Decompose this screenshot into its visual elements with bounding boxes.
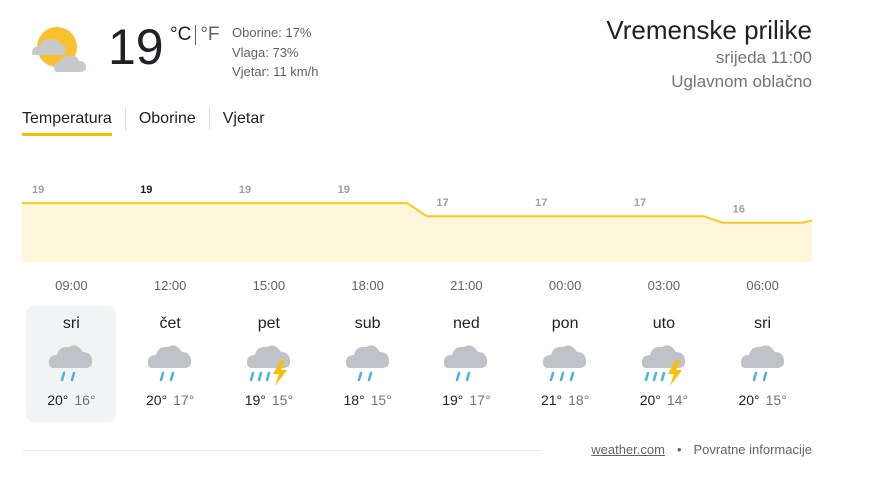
weather-header: Vremenske prilike srijeda 11:00 Uglavnom…	[606, 14, 812, 94]
precipitation-text: Oborine: 17%	[232, 25, 312, 40]
low-temp: 17°	[173, 392, 195, 408]
temperature-label: 19	[239, 184, 251, 196]
high-temp: 19°	[244, 392, 266, 408]
weather-details: Oborine: 17% Vlaga: 73% Vjetar: 11 km/h	[232, 23, 318, 82]
time-label: 06:00	[746, 278, 779, 293]
feedback-link[interactable]: Povratne informacije	[694, 442, 813, 457]
tab-separator	[124, 108, 126, 130]
time-label: 12:00	[153, 278, 187, 293]
day-card-0[interactable]: sri 20° 16°	[26, 306, 117, 422]
temperature-label: 19	[32, 184, 44, 196]
rain-icon	[737, 338, 789, 386]
time-label: 00:00	[548, 278, 582, 293]
rain-icon	[45, 338, 97, 386]
day-name: pon	[551, 315, 579, 332]
tab-wind[interactable]: Vjetar	[223, 108, 265, 136]
datetime-text: srijeda 11:00	[715, 48, 812, 67]
day-name: pet	[257, 315, 280, 332]
high-temp: 20°	[145, 392, 168, 408]
day-name: sub	[354, 315, 381, 332]
source-link[interactable]: weather.com	[591, 442, 665, 457]
thunderstorm-icon	[243, 338, 295, 386]
day-card-1[interactable]: čet 20° 17°	[125, 306, 215, 422]
rain-icon	[144, 338, 196, 386]
day-temps: 20° 17°	[125, 392, 215, 408]
unit-toggle: °C °F	[170, 24, 220, 46]
temperature-label: 17	[436, 197, 448, 209]
day-name: ned	[453, 315, 480, 332]
humidity-text: Vlaga: 73%	[232, 44, 299, 60]
temperature-area	[22, 203, 812, 262]
rain-icon	[342, 338, 394, 386]
time-axis: 09:00 12:00 15:00 18:00 21:00 00:00 03:00 06:00	[22, 278, 812, 298]
temperature-label: 17	[535, 197, 547, 209]
day-card-4[interactable]: ned 19° 17°	[421, 306, 511, 422]
partly-cloudy-icon	[22, 24, 94, 76]
tab-temperature[interactable]: Temperatura	[22, 108, 112, 136]
time-label: 21:00	[450, 278, 483, 293]
day-temps: 20° 16°	[26, 392, 116, 408]
rain-icon	[440, 338, 492, 386]
day-temps: 18° 15°	[323, 392, 413, 408]
day-name: sri	[754, 315, 772, 332]
day-card-3[interactable]: sub 18° 15°	[323, 306, 413, 422]
high-temp: 21°	[540, 392, 563, 408]
day-name: čet	[159, 315, 181, 332]
day-card-6[interactable]: uto 20° 14°	[619, 306, 709, 422]
thunderstorm-icon	[638, 338, 690, 386]
low-temp: 15°	[765, 392, 787, 408]
wind-text: Vjetar: 11 km/h	[232, 64, 319, 79]
high-temp: 19°	[442, 392, 464, 408]
low-temp: 17°	[469, 392, 491, 408]
day-temps: 20° 14°	[619, 392, 709, 408]
tab-bar: Temperatura Oborine Vjetar	[22, 108, 265, 142]
time-label: 18:00	[351, 278, 384, 293]
tab-precipitation[interactable]: Oborine	[139, 108, 196, 136]
day-temps: 20° 15°	[718, 392, 808, 408]
low-temp: 16°	[74, 392, 96, 408]
time-label: 09:00	[55, 278, 88, 293]
day-temps: 19° 17°	[421, 392, 511, 408]
condition-text: Uglavnom oblačno	[671, 72, 812, 91]
current-temperature: 19	[108, 19, 164, 75]
footer-dot: •	[676, 442, 682, 457]
low-temp: 15°	[271, 392, 294, 408]
temperature-label: 17	[634, 197, 646, 209]
day-temps: 19° 15°	[224, 392, 314, 408]
temperature-chart: 19 19 19 19 17 17 17 16	[0, 170, 890, 270]
low-temp: 18°	[568, 392, 590, 408]
footer: weather.com • Povratne informacije	[591, 442, 812, 457]
day-temps: 21° 18°	[520, 392, 610, 408]
temperature-label: 16	[733, 204, 745, 216]
day-card-5[interactable]: pon 21° 18°	[520, 306, 610, 422]
tab-separator	[208, 108, 210, 130]
day-name: uto	[652, 315, 675, 332]
high-temp: 20°	[639, 392, 661, 408]
high-temp: 20°	[47, 392, 69, 408]
temperature-label: 19	[140, 184, 152, 196]
day-name: sri	[62, 315, 80, 332]
high-temp: 20°	[738, 392, 760, 408]
day-card-2[interactable]: pet 19° 15°	[224, 306, 314, 422]
heavy-rain-icon	[539, 338, 591, 386]
fahrenheit-button[interactable]: °F	[200, 24, 219, 46]
temperature-label: 19	[338, 184, 350, 196]
widget-title: Vremenske prilike	[606, 15, 812, 45]
unit-separator	[195, 25, 197, 45]
celsius-button[interactable]: °C	[170, 24, 191, 46]
low-temp: 15°	[370, 392, 392, 408]
temperature-chart-svg: 19 19 19 19 17 17 17 16	[22, 184, 813, 262]
high-temp: 18°	[343, 392, 365, 408]
time-label: 03:00	[647, 278, 681, 293]
footer-divider	[22, 450, 542, 451]
day-card-7[interactable]: sri 20° 15°	[718, 306, 808, 422]
low-temp: 14°	[666, 392, 689, 408]
time-label: 15:00	[252, 278, 286, 293]
daily-forecast: sri 20° 16° čet 20° 17° pet 19° 15° sub 18° 15° ned 1…	[22, 306, 812, 422]
